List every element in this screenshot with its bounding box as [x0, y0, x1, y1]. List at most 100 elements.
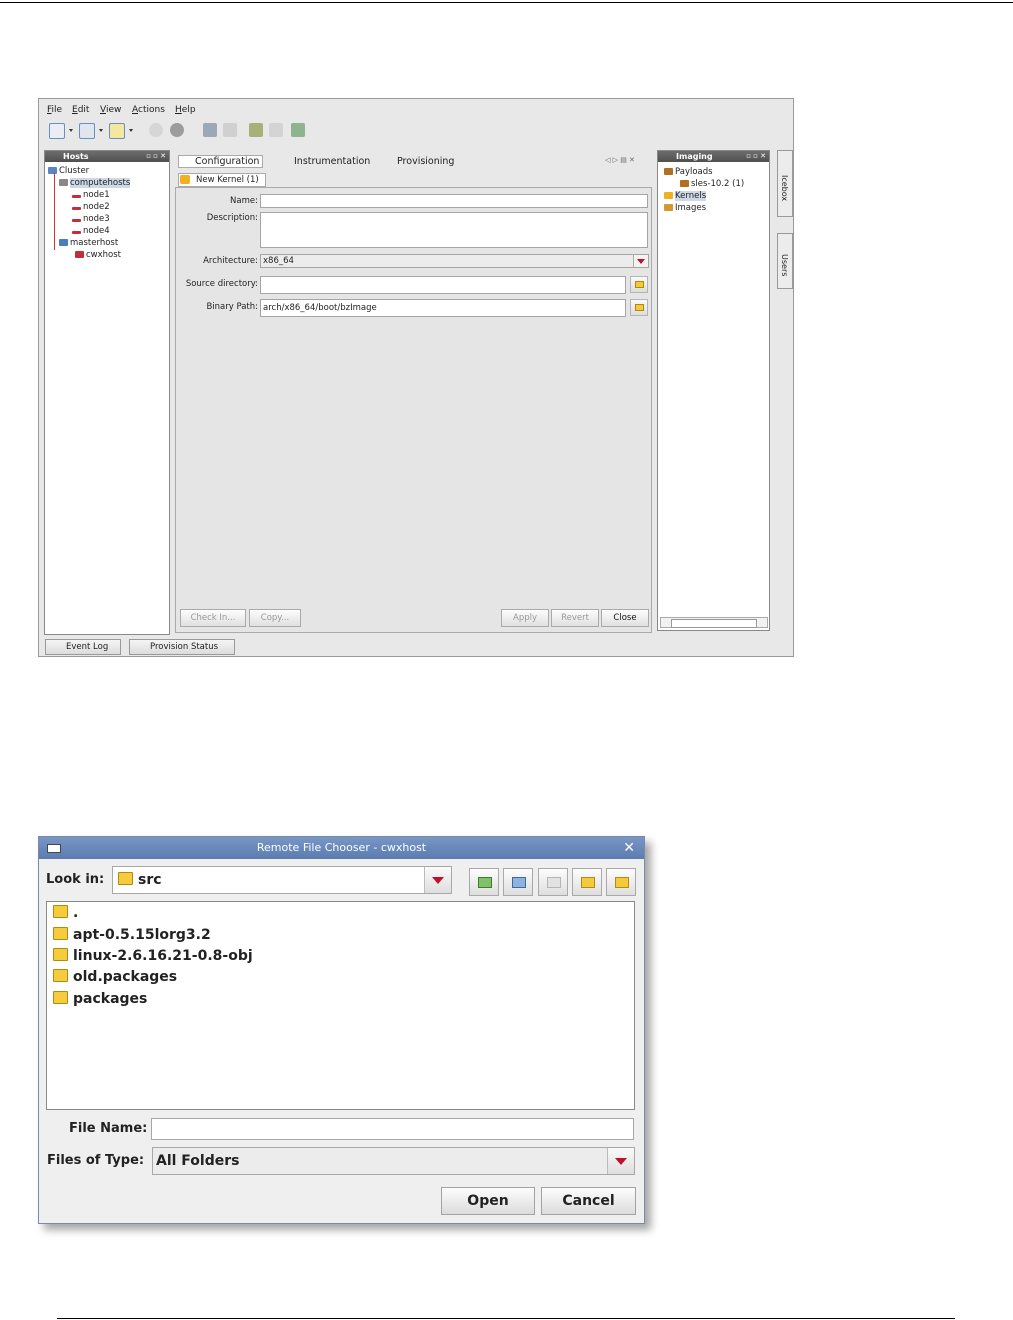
tree-node-node3[interactable]: node3 — [72, 214, 110, 224]
menu-edit[interactable]: Edit — [72, 105, 89, 115]
architecture-label: Architecture: — [203, 256, 258, 266]
dropdown-arrow-icon[interactable] — [99, 129, 103, 132]
close-button[interactable]: Close — [601, 609, 649, 627]
network-icon[interactable] — [291, 123, 305, 137]
folder-icon — [635, 281, 644, 288]
subtab-new-kernel[interactable]: New Kernel (1) — [178, 173, 266, 187]
tree-line — [54, 173, 55, 250]
hosts-panel-header: Hosts ▫ ▫ ✕ — [45, 151, 169, 162]
kernel-form: Name: Description: Architecture: x86_64 … — [175, 187, 652, 633]
tab-instrumentation[interactable]: Instrumentation — [292, 156, 370, 167]
dialog-titlebar: Remote File Chooser - cwxhost ✕ — [39, 837, 644, 859]
chevron-down-icon[interactable] — [633, 255, 648, 267]
window-menu-icon[interactable] — [47, 844, 61, 853]
chevron-down-icon[interactable] — [424, 867, 451, 893]
source-directory-input[interactable] — [260, 276, 626, 294]
tree-node-kernels[interactable]: Kernels — [664, 191, 707, 201]
description-label: Description: — [206, 213, 258, 223]
list-item[interactable]: linux-2.6.16.21-0.8-obj — [53, 948, 253, 964]
disk-icon[interactable] — [223, 123, 237, 137]
tree-node-node4[interactable]: node4 — [72, 226, 110, 236]
architecture-select[interactable]: x86_64 — [260, 254, 649, 268]
tab-nav-controls-icon[interactable]: ◁ ▷ ▤ ✕ — [605, 156, 635, 164]
side-tab-icebox[interactable]: Icebox — [777, 150, 793, 217]
file-name-label: File Name: — [69, 1121, 148, 1136]
favorites-icon[interactable] — [109, 123, 125, 139]
bottom-tab-provision-status[interactable]: Provision Status — [129, 639, 235, 655]
up-folder-icon — [478, 877, 492, 888]
imaging-panel-title: Imaging — [676, 152, 713, 161]
close-icon[interactable]: ✕ — [623, 837, 635, 859]
open-button[interactable]: Open — [441, 1187, 535, 1215]
chevron-down-icon[interactable] — [607, 1148, 634, 1174]
upload-icon[interactable] — [249, 123, 263, 137]
menu-file[interactable]: File — [47, 105, 62, 115]
tree-node-node2[interactable]: node2 — [72, 202, 110, 212]
side-tab-users[interactable]: Users — [777, 233, 793, 289]
horizontal-scrollbar[interactable] — [660, 617, 768, 628]
file-name-input[interactable] — [151, 1118, 634, 1140]
tree-node-cwxhost[interactable]: cwxhost — [75, 250, 121, 260]
panel-controls-icon[interactable]: ▫ ▫ ✕ — [746, 151, 766, 162]
editor-tabs: Configuration Instrumentation Provisioni… — [175, 155, 652, 170]
list-item[interactable]: . — [53, 905, 78, 921]
page-bottom-rule — [57, 1318, 955, 1319]
check-in-button[interactable]: Check In... — [180, 609, 246, 627]
imaging-panel: Imaging ▫ ▫ ✕ Payloads sles-10.2 (1) Ker… — [657, 150, 770, 631]
imaging-panel-header: Imaging ▫ ▫ ✕ — [658, 151, 769, 162]
tree-node-sles[interactable]: sles-10.2 (1) — [680, 179, 744, 189]
browse-binary-button[interactable] — [630, 299, 648, 316]
dropdown-arrow-icon[interactable] — [129, 129, 133, 132]
payload-icon — [680, 180, 689, 187]
look-in-combo[interactable]: src — [112, 866, 452, 894]
folder-icon — [53, 948, 68, 961]
tree-node-computehosts[interactable]: computehosts — [59, 178, 131, 188]
shutdown-icon[interactable] — [170, 123, 184, 137]
bottom-tab-event-log[interactable]: Event Log — [45, 639, 121, 655]
folder-icon — [53, 927, 68, 940]
menu-help[interactable]: Help — [175, 105, 196, 115]
dropdown-arrow-icon[interactable] — [69, 129, 73, 132]
menu-bar: File Edit View Actions Help — [39, 103, 793, 117]
image-icon — [664, 204, 673, 211]
blank-icon[interactable] — [269, 123, 283, 137]
look-in-label: Look in: — [46, 872, 105, 887]
folder-icon — [53, 969, 68, 982]
menu-actions[interactable]: Actions — [132, 105, 165, 115]
tree-node-images[interactable]: Images — [664, 203, 706, 213]
node-icon — [72, 207, 81, 210]
tree-node-node1[interactable]: node1 — [72, 190, 110, 200]
apply-button[interactable]: Apply — [501, 609, 549, 627]
folder-icon — [53, 991, 68, 1004]
list-item[interactable]: apt-0.5.15lorg3.2 — [53, 927, 211, 943]
panel-controls-icon[interactable]: ▫ ▫ ✕ — [146, 151, 166, 162]
files-of-type-select[interactable]: All Folders — [152, 1147, 635, 1175]
tree-node-masterhost[interactable]: masterhost — [59, 238, 118, 248]
cluster-icon — [48, 167, 57, 174]
browse-source-button[interactable] — [630, 276, 648, 293]
name-input[interactable] — [260, 194, 648, 208]
up-folder-button[interactable] — [469, 868, 499, 896]
new-window-icon[interactable] — [49, 123, 65, 139]
provision-icon[interactable] — [203, 123, 217, 137]
tree-node-payloads[interactable]: Payloads — [664, 167, 713, 177]
binary-path-input[interactable]: arch/x86_64/boot/bzImage — [260, 299, 626, 317]
new-folder-button[interactable] — [538, 868, 568, 896]
menu-view[interactable]: View — [100, 105, 121, 115]
power-icon[interactable] — [149, 123, 163, 137]
description-textarea[interactable] — [260, 212, 648, 248]
revert-button[interactable]: Revert — [551, 609, 599, 627]
details-view-button[interactable] — [606, 868, 636, 896]
new-folder-icon — [547, 877, 561, 888]
home-button[interactable] — [503, 868, 533, 896]
tab-provisioning[interactable]: Provisioning — [395, 156, 454, 167]
copy-button[interactable]: Copy... — [249, 609, 301, 627]
cancel-button[interactable]: Cancel — [541, 1187, 636, 1215]
list-item[interactable]: old.packages — [53, 969, 177, 985]
list-view-button[interactable] — [572, 868, 602, 896]
list-item[interactable]: packages — [53, 991, 147, 1007]
scrollbar-thumb[interactable] — [671, 619, 757, 628]
layout-icon[interactable] — [79, 123, 95, 139]
details-view-icon — [615, 877, 629, 888]
tab-configuration[interactable]: Configuration — [178, 155, 264, 168]
